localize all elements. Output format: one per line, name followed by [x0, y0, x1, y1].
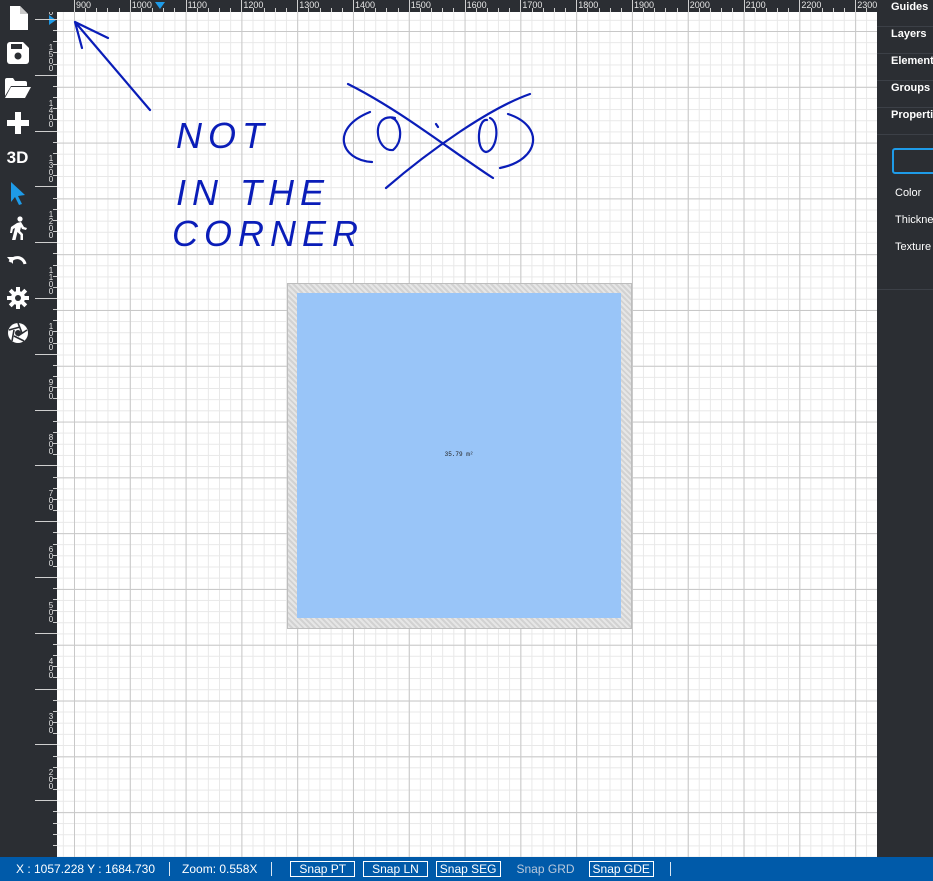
ruler-left-tick — [35, 74, 57, 76]
ruler-left-label: 5 0 0 — [48, 600, 54, 624]
cursor-icon — [10, 181, 25, 205]
3d-view-button[interactable]: 3D — [0, 140, 35, 175]
ruler-left-tick — [35, 242, 57, 244]
folder-open-icon — [4, 77, 31, 98]
ruler-top: 900 1000 1100 1200 1300 1400 1500 1600 1700 1800 1… — [57, 0, 877, 12]
ruler-top-tick — [241, 0, 243, 12]
snap-line-toggle[interactable]: Snap LN — [363, 861, 428, 877]
ruler-left-label: 6 0 0 — [48, 545, 54, 568]
ruler-left-tick — [35, 521, 57, 523]
camera-aperture-icon — [7, 322, 28, 343]
ruler-left-label: 3 0 0 — [48, 712, 54, 736]
ruler-left-label: 1 2 0 0 — [48, 210, 54, 241]
ruler-left-label: 8 0 0 — [48, 433, 54, 457]
right-panel: Guides Layers Elements Groups Properties… — [877, 0, 933, 857]
ruler-left-tick — [35, 688, 57, 690]
ruler-left-label: 1 6 0 0 — [48, 12, 54, 17]
walk-mode-button[interactable] — [0, 210, 35, 245]
walking-person-icon — [9, 215, 27, 240]
tab-groups[interactable]: Groups — [877, 81, 933, 108]
ruler-top-tick — [855, 0, 857, 12]
cursor-coordinates: X : 1057.228 Y : 1684.730 — [16, 862, 156, 876]
properties-section: Color Thickness Texture — [877, 135, 933, 290]
ruler-left-tick — [35, 632, 57, 634]
plus-icon — [6, 111, 29, 134]
ruler-top-tick — [632, 0, 633, 12]
open-button[interactable] — [0, 70, 35, 105]
snap-guide-toggle[interactable]: Snap GDE — [588, 861, 654, 877]
ruler-top-label: 900 — [76, 0, 92, 10]
ruler-left-label: 7 0 0 — [48, 489, 54, 513]
ruler-left-tick — [35, 353, 57, 355]
floorplan-canvas[interactable]: 35.79 m² — [57, 12, 877, 857]
ruler-top-tick — [743, 0, 745, 12]
new-file-button[interactable] — [0, 0, 35, 35]
ruler-left-label: 1 3 0 0 — [48, 154, 54, 185]
ruler-left-tick — [35, 186, 57, 188]
screenshot-button[interactable] — [0, 315, 35, 350]
texture-label: Texture — [895, 241, 932, 253]
left-toolbar: 3D — [0, 0, 35, 857]
zoom-level: Zoom: 0.558X — [182, 862, 258, 876]
ruler-left-tick — [35, 130, 57, 132]
ruler-top-tick — [129, 0, 131, 12]
ruler-top-tick — [520, 0, 522, 12]
status-bar: X : 1057.228 Y : 1684.730 Zoom: 0.558X S… — [0, 857, 933, 881]
ruler-left-label: 1 1 0 0 — [48, 266, 54, 296]
3d-label: 3D — [6, 147, 29, 167]
settings-button[interactable] — [0, 280, 35, 315]
room-floor[interactable]: 35.79 m² — [297, 293, 621, 618]
ruler-left-tick — [35, 19, 57, 20]
ruler-top-tick — [353, 0, 354, 12]
tab-layers[interactable]: Layers — [877, 27, 933, 54]
save-button[interactable] — [0, 35, 35, 70]
tab-guides[interactable]: Guides — [877, 0, 933, 27]
ruler-top-tick — [74, 0, 75, 12]
select-tool-button[interactable] — [0, 175, 35, 210]
ruler-top-tick — [185, 0, 187, 12]
ruler-left-tick — [35, 298, 57, 299]
ruler-left-label: 1 4 0 0 — [48, 98, 54, 129]
properties-name-field[interactable] — [892, 148, 933, 174]
new-file-icon — [9, 5, 28, 30]
color-label: Color — [895, 187, 922, 199]
status-divider — [169, 862, 171, 876]
ruler-left-tick — [35, 409, 57, 411]
ruler-left-tick — [35, 744, 57, 746]
status-divider — [669, 862, 671, 876]
ruler-left-tick — [35, 800, 57, 802]
snap-grid-toggle[interactable]: Snap GRD — [517, 862, 575, 876]
ruler-left-label: 4 0 0 — [48, 656, 54, 680]
gear-icon — [6, 286, 29, 309]
thickness-label: Thickness — [895, 214, 933, 226]
ruler-top-tick — [408, 0, 410, 12]
ruler-left-label: 1 0 0 0 — [48, 321, 54, 352]
status-divider — [271, 862, 273, 876]
ruler-top-tick — [799, 0, 801, 12]
tab-properties[interactable]: Properties — [877, 108, 933, 135]
ruler-left-label: 2 0 0 — [48, 768, 54, 792]
ruler-corner — [35, 0, 57, 12]
room-area-label: 35.79 m² — [444, 451, 474, 458]
snap-segment-toggle[interactable]: Snap SEG — [435, 861, 501, 877]
save-icon — [6, 41, 29, 64]
undo-icon — [6, 255, 26, 264]
add-button[interactable] — [0, 105, 35, 140]
ruler-top-tick — [464, 0, 466, 12]
ruler-left-label: 9 0 0 — [48, 377, 54, 401]
ruler-top-tick — [687, 0, 689, 12]
snap-point-toggle[interactable]: Snap PT — [290, 861, 356, 877]
ruler-top-tick — [297, 0, 299, 12]
tab-elements[interactable]: Elements — [877, 54, 933, 81]
ruler-left-tick — [35, 577, 57, 578]
ruler-left-label: 1 5 0 0 — [48, 42, 54, 73]
ruler-left-tick — [35, 465, 57, 467]
ruler-left: 1 6 0 0 1 5 0 0 1 4 0 0 1 3 0 0 1 2 0 0 1 1 0… — [35, 12, 57, 857]
ruler-top-tick — [576, 0, 578, 12]
undo-button[interactable] — [0, 245, 35, 280]
